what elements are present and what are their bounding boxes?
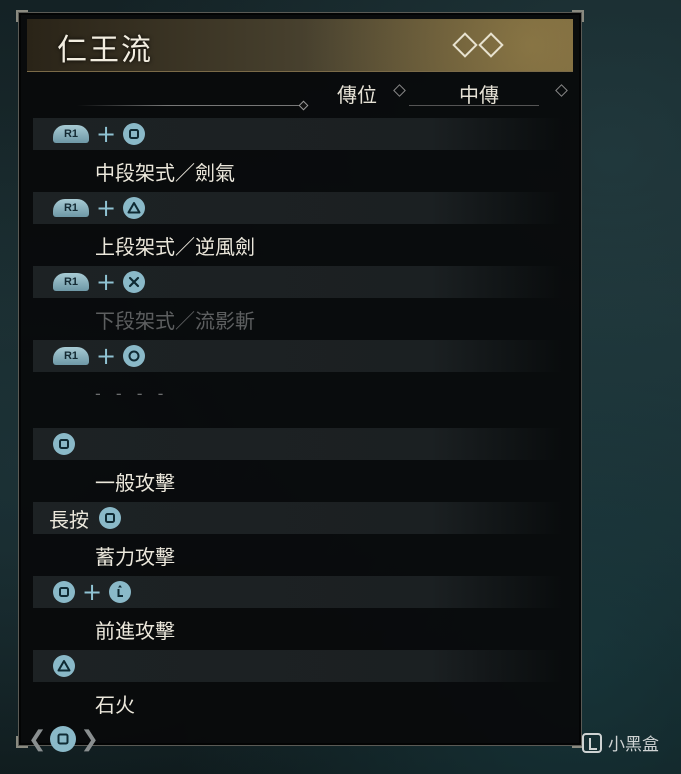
divider-ornament [298,100,309,111]
skill-input-row[interactable] [33,428,563,460]
diamond-ornament [452,32,504,58]
skill-input-row[interactable]: R1 + [33,192,563,224]
plus-icon: + [96,120,117,148]
square-button-icon [99,507,121,529]
plus-icon: + [96,268,117,296]
skill-input-row[interactable]: R1 + [33,266,563,298]
style-title: 仁王流 [57,33,153,68]
skill-name: 蓄力攻擊 [95,544,175,569]
divider [77,105,302,106]
watermark-text: 小黑盒 [608,735,659,755]
chevron-left-icon[interactable]: ❮ [28,727,46,752]
triangle-button-icon [123,197,146,219]
diamond-small-icon [393,84,406,97]
skill-name: 一般攻擊 [95,470,175,495]
rank-value: 中傳 [459,83,499,107]
diamond-icon [452,32,478,58]
panel-header: 仁王流 [27,19,573,72]
diamond-small-icon [555,84,568,97]
triangle-button-icon [53,655,75,677]
r1-button-icon: R1 [53,347,89,365]
hold-label: 長按 [49,507,89,532]
circle-button-icon [123,345,146,367]
square-button-icon [53,433,75,455]
square-button-icon [50,726,77,752]
skill-list: R1 + 中段架式／劍氣 R1 + 上段架式／逆風劍 R1 + 下段架式／流影斬 [33,118,563,724]
skill-name-empty: - - - - [95,383,169,403]
skill-name: 上段架式／逆風劍 [95,234,255,259]
left-stick-icon [109,581,132,603]
plus-icon: + [96,342,117,370]
skill-name: 前進攻擊 [95,618,175,643]
skill-input-row[interactable]: R1 + [33,118,563,150]
r1-button-icon: R1 [53,273,89,291]
r1-button-icon: R1 [53,199,89,217]
r1-button-icon: R1 [53,125,89,143]
page-switcher[interactable]: ❮ ❯ [28,726,99,752]
square-button-icon [123,123,146,145]
square-button-icon [53,581,75,603]
diamond-icon [478,32,504,58]
skill-input-row[interactable]: R1 + [33,340,563,372]
rank-label: 傳位 [337,83,377,107]
cross-button-icon [123,271,146,293]
skill-panel: 仁王流 傳位 中傳 R1 + 中段架式／劍氣 R1 + 上段架式／逆風劍 R1 … [16,10,584,748]
xiaoheihe-logo-icon [582,732,602,753]
skill-name: 石火 [95,692,135,717]
plus-icon: + [82,578,103,606]
skill-name-locked: 下段架式／流影斬 [95,308,255,333]
frame-corner [16,736,28,748]
skill-input-row[interactable]: + [33,576,563,608]
watermark: 小黑盒 [582,730,659,755]
skill-name: 中段架式／劍氣 [95,160,235,185]
skill-input-row[interactable] [33,650,563,682]
chevron-right-icon[interactable]: ❯ [80,727,98,752]
rank-row: 傳位 中傳 [19,73,581,113]
divider [409,105,539,106]
frame-corner [572,10,584,22]
skill-input-row[interactable]: 長按 [33,502,563,534]
plus-icon: + [96,194,117,222]
